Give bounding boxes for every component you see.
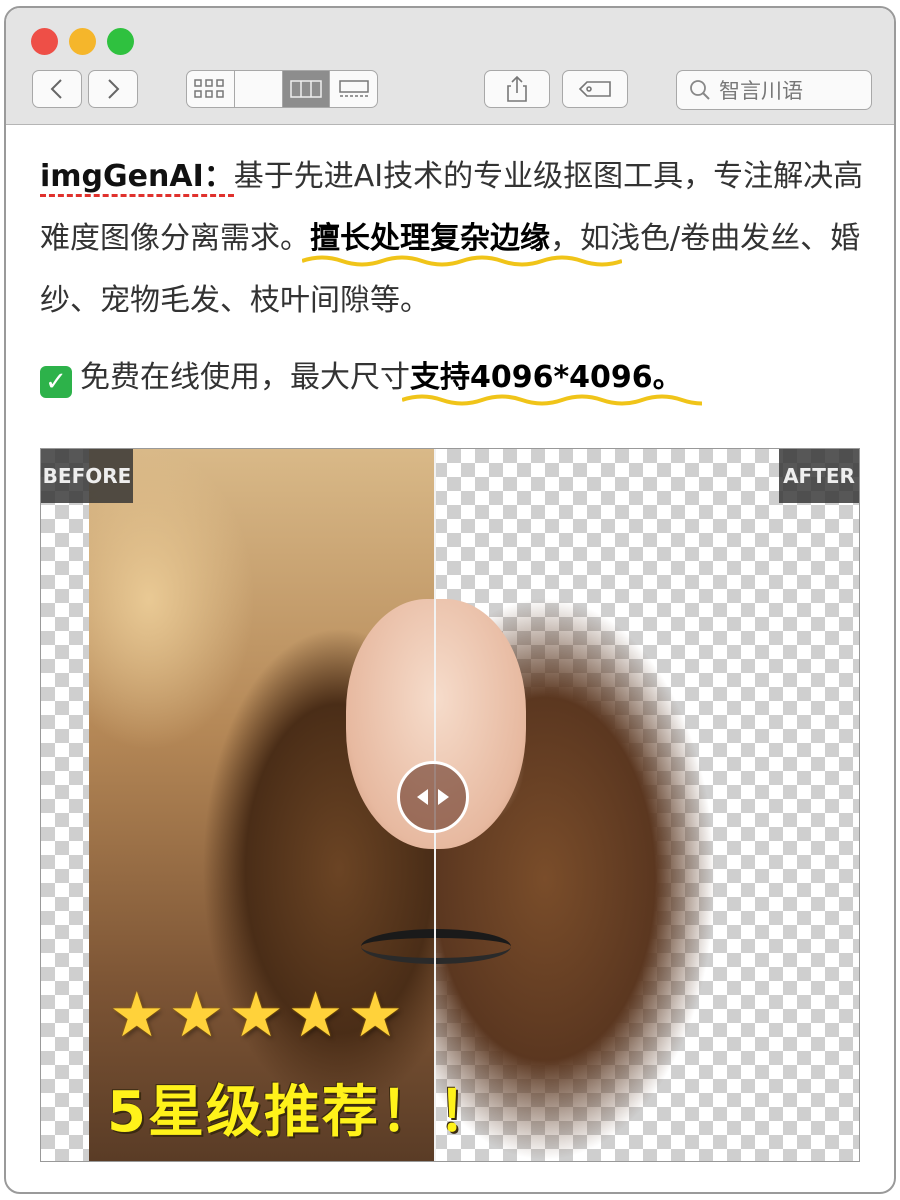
highlight-text: 擅长处理复杂边缘 [310, 221, 550, 256]
minimize-window-button[interactable] [69, 28, 96, 55]
feature-line: ✓ 免费在线使用，最大尺寸支持4096*4096。 [40, 354, 870, 406]
search-input-text: 智言川语 [719, 79, 803, 103]
share-icon [507, 75, 527, 102]
wavy-underline [302, 255, 622, 267]
before-after-comparison: BEFORE AFTER ★ ★ ★ ★ ★ 5星级推荐！！ [40, 448, 860, 1162]
icon-view-button[interactable] [187, 71, 235, 107]
search-icon [690, 80, 710, 100]
content-area: imgGenAI：基于先进AI技术的专业级抠图工具，专注解决高难度图像分离需求。… [6, 124, 894, 1192]
left-right-arrows-icon [417, 789, 449, 805]
star-icon: ★ [109, 978, 165, 1051]
search-field[interactable]: 智言川语 [676, 70, 872, 110]
recommendation-text: 5星级推荐！！ [107, 1080, 496, 1145]
star-icon: ★ [347, 978, 403, 1051]
share-button[interactable] [484, 70, 550, 108]
feature-text: 免费在线使用，最大尺寸 [80, 360, 410, 395]
back-button[interactable] [32, 70, 82, 108]
portrait-choker [361, 929, 511, 964]
chevron-left-icon [50, 79, 62, 99]
star-icon: ★ [287, 978, 344, 1051]
before-label: BEFORE [41, 449, 133, 503]
gallery-icon [338, 80, 369, 97]
rating-stars: ★ ★ ★ ★ ★ [109, 984, 403, 1046]
tag-icon [578, 81, 611, 97]
highlight-max-size: 支持4096*4096。 [402, 360, 702, 406]
highlight-complex-edges: 擅长处理复杂边缘 [302, 221, 622, 267]
check-icon: ✓ [40, 366, 72, 398]
grid-icon [194, 79, 225, 98]
browser-window: 智言川语 imgGenAI：基于先进AI技术的专业级抠图工具，专注解决高难度图像… [4, 6, 896, 1194]
list-view-button[interactable] [235, 71, 283, 107]
star-icon: ★ [228, 978, 284, 1051]
chevron-right-icon [108, 79, 120, 99]
title-bar: 智言川语 [6, 8, 894, 125]
close-window-button[interactable] [31, 28, 58, 55]
brand-name: imgGenAI： [40, 159, 234, 194]
tag-button[interactable] [562, 70, 628, 108]
intro-paragraph: imgGenAI：基于先进AI技术的专业级抠图工具，专注解决高难度图像分离需求。… [40, 146, 870, 332]
comparison-slider-handle[interactable] [397, 761, 469, 833]
wavy-underline [402, 394, 702, 406]
star-icon: ★ [168, 978, 225, 1051]
column-view-button[interactable] [282, 71, 331, 107]
highlight-size-text: 支持4096*4096。 [410, 360, 683, 395]
zoom-window-button[interactable] [107, 28, 134, 55]
view-mode-segmented-control [186, 70, 378, 108]
forward-button[interactable] [88, 70, 138, 108]
gallery-view-button[interactable] [330, 71, 377, 107]
after-label: AFTER [779, 449, 859, 503]
columns-icon [290, 80, 322, 98]
